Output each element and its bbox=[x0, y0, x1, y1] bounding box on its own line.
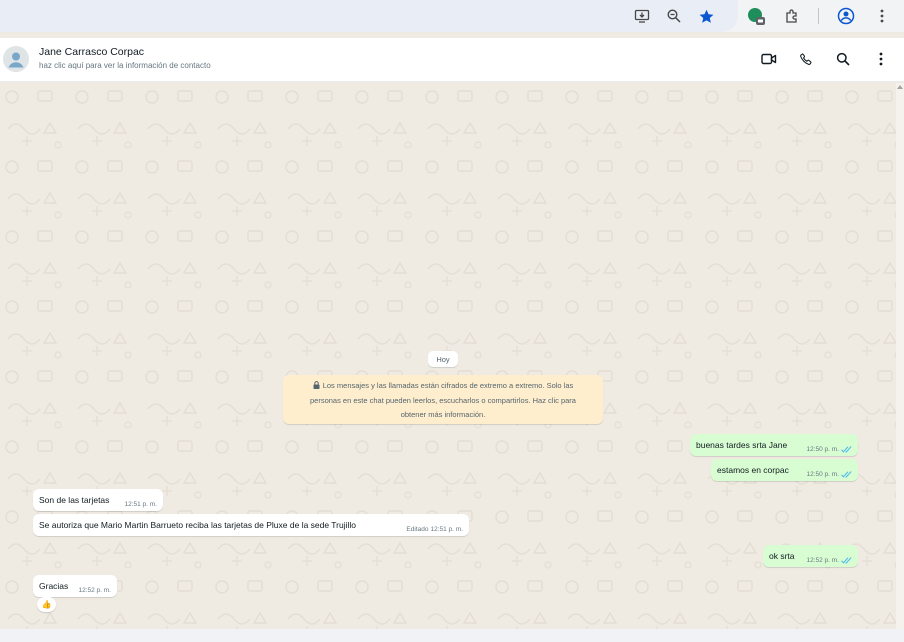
contact-subtitle[interactable]: haz clic aquí para ver la información de… bbox=[39, 61, 211, 70]
voice-call-icon[interactable] bbox=[797, 50, 815, 68]
message-outgoing[interactable]: buenas tardes srta Jane 12:50 p. m. bbox=[690, 434, 858, 456]
message-text: estamos en corpac bbox=[717, 465, 789, 475]
message-time: 12:51 p. m. bbox=[124, 501, 157, 508]
video-call-icon[interactable] bbox=[760, 50, 778, 68]
message-text: Se autoriza que Mario Martin Barrueto re… bbox=[39, 520, 357, 530]
message-incoming[interactable]: Son de las tarjetas 12:51 p. m. bbox=[33, 489, 163, 511]
date-chip: Hoy bbox=[428, 351, 458, 367]
message-time: 12:52 p. m. bbox=[78, 587, 111, 594]
chat-scrollbar[interactable] bbox=[896, 83, 904, 629]
scroll-up-arrow-icon[interactable] bbox=[897, 85, 903, 89]
encryption-notice[interactable]: Los mensajes y las llamadas están cifrad… bbox=[283, 375, 603, 424]
search-icon[interactable] bbox=[834, 50, 852, 68]
toolbar-divider bbox=[818, 8, 819, 24]
message-time: 12:51 p. m. bbox=[430, 526, 463, 533]
chat-header[interactable]: Jane Carrasco Corpac haz clic aquí para … bbox=[0, 38, 904, 82]
extensions-puzzle-icon[interactable] bbox=[782, 6, 802, 26]
message-edited-label: Editado bbox=[406, 526, 429, 533]
message-text: buenas tardes srta Jane bbox=[696, 440, 788, 450]
message-text: ok srta bbox=[769, 551, 795, 561]
message-incoming[interactable]: Gracias 12:52 p. m. bbox=[33, 575, 117, 597]
double-check-icon bbox=[841, 446, 852, 453]
chat-menu-icon[interactable] bbox=[872, 50, 890, 68]
profile-icon[interactable] bbox=[836, 6, 856, 26]
contact-name[interactable]: Jane Carrasco Corpac bbox=[39, 46, 144, 58]
message-text: Gracias bbox=[39, 581, 69, 591]
message-outgoing[interactable]: ok srta 12:52 p. m. bbox=[763, 545, 858, 567]
zoom-icon[interactable] bbox=[664, 6, 684, 26]
encryption-notice-line: personas en este chat pueden leerlos, es… bbox=[310, 396, 576, 405]
message-reaction[interactable]: 👍 bbox=[37, 597, 56, 612]
message-time: 12:50 p. m. bbox=[806, 446, 839, 453]
browser-menu-icon[interactable] bbox=[872, 6, 892, 26]
install-app-icon[interactable] bbox=[632, 6, 652, 26]
double-check-icon bbox=[841, 557, 852, 564]
avatar[interactable] bbox=[3, 46, 29, 72]
message-composer[interactable] bbox=[0, 629, 904, 642]
message-text: Son de las tarjetas bbox=[39, 495, 110, 505]
extension-badge-icon[interactable] bbox=[746, 6, 766, 26]
bookmark-star-icon[interactable] bbox=[696, 6, 716, 26]
message-time: 12:52 p. m. bbox=[806, 557, 839, 564]
encryption-notice-line: Los mensajes y las llamadas están cifrad… bbox=[293, 379, 593, 394]
message-time: 12:50 p. m. bbox=[806, 471, 839, 478]
encryption-notice-line: obtener más información. bbox=[400, 410, 486, 419]
lock-icon bbox=[313, 380, 320, 394]
message-outgoing[interactable]: estamos en corpac 12:50 p. m. bbox=[711, 459, 858, 481]
message-incoming[interactable]: Se autoriza que Mario Martin Barrueto re… bbox=[33, 514, 469, 536]
double-check-icon bbox=[841, 471, 852, 478]
browser-toolbar bbox=[0, 0, 904, 32]
omnibox[interactable] bbox=[0, 0, 738, 32]
